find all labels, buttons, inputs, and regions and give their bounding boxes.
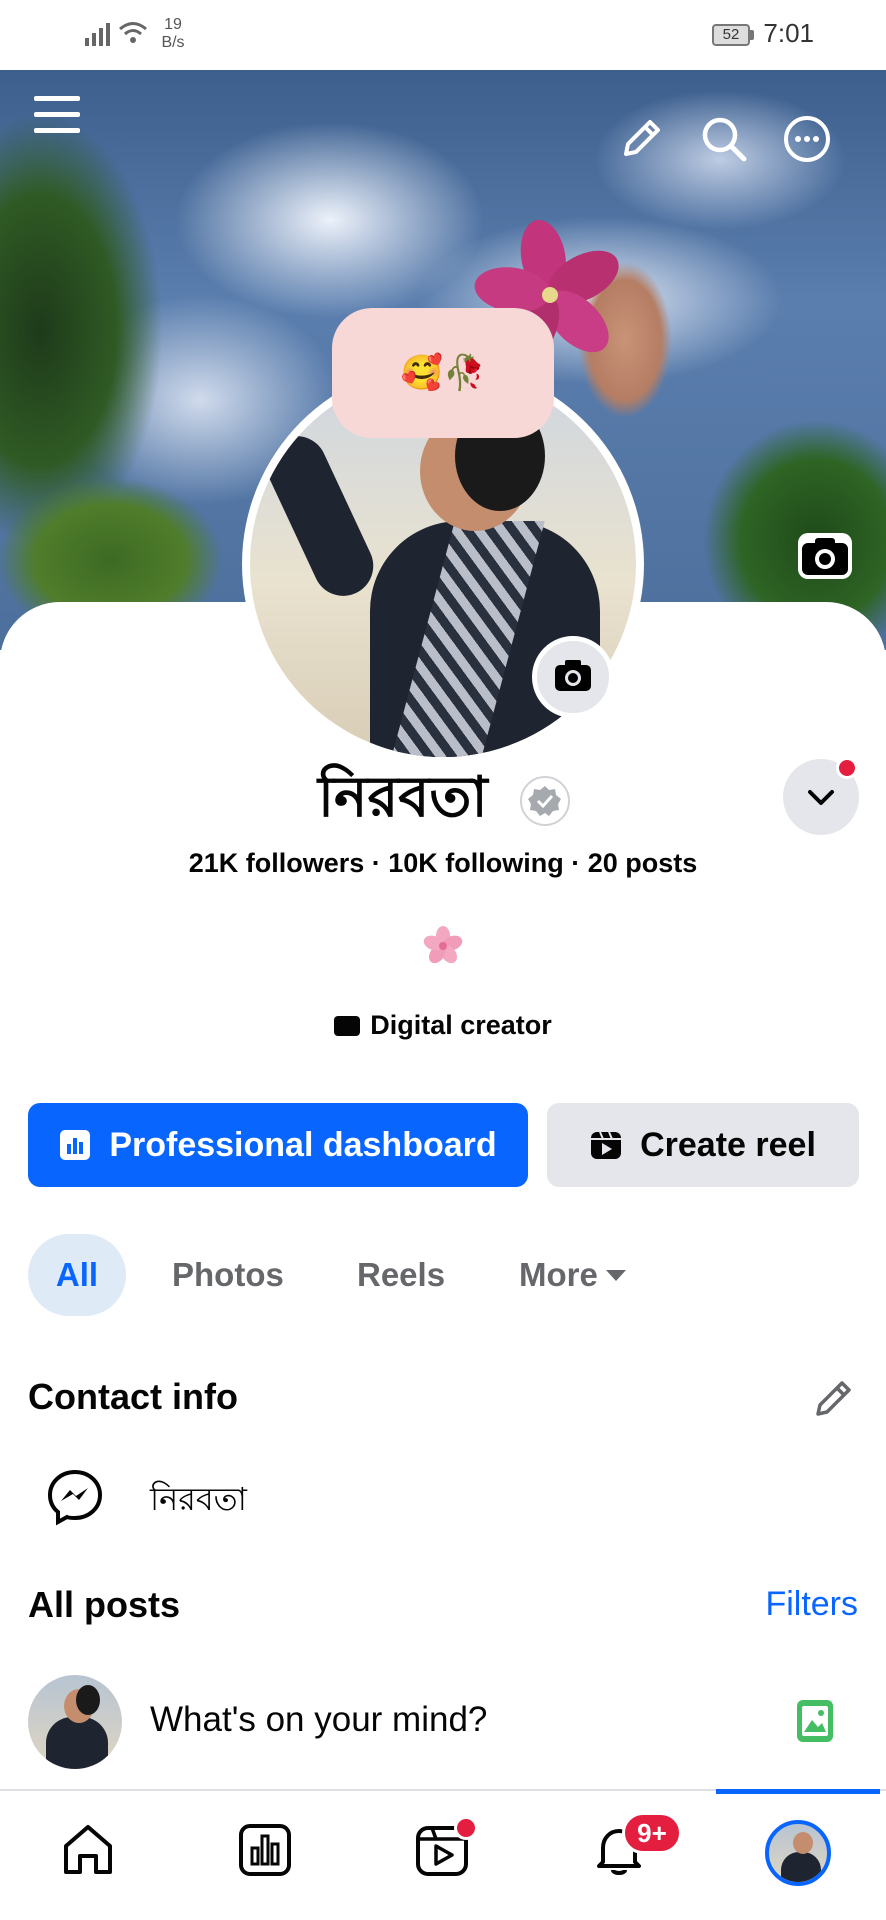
messenger-icon — [47, 1469, 103, 1526]
messenger-contact[interactable]: নিরবতা — [150, 1474, 247, 1528]
notifications-badge: 9+ — [622, 1812, 682, 1854]
tab-photos[interactable]: Photos — [172, 1234, 284, 1316]
profile-category: Digital creator — [0, 1010, 886, 1041]
avatar-camera-button[interactable] — [532, 636, 614, 718]
create-reel-label: Create reel — [640, 1125, 816, 1164]
status-bar: 19 B/s 52 7:01 — [0, 0, 886, 70]
wifi-icon — [119, 22, 147, 43]
cherry-blossom-icon — [423, 926, 463, 964]
tab-all[interactable]: All — [28, 1234, 126, 1316]
professional-dashboard-button[interactable]: Professional dashboard — [28, 1103, 528, 1187]
caret-down-icon — [605, 1269, 626, 1281]
professional-dashboard-label: Professional dashboard — [109, 1125, 497, 1164]
video-icon — [334, 1016, 361, 1036]
home-icon[interactable] — [60, 1822, 116, 1878]
active-tab-indicator — [716, 1789, 880, 1794]
more-options-icon[interactable] — [782, 114, 832, 164]
tab-more[interactable]: More — [519, 1234, 626, 1316]
filters-link[interactable]: Filters — [765, 1585, 858, 1624]
bio-text: 🌸 — [421, 924, 465, 968]
edit-contact-pencil-icon[interactable] — [812, 1376, 856, 1420]
avatar-note-bubble[interactable]: 🥰🥀 — [332, 308, 554, 438]
menu-icon[interactable] — [32, 92, 82, 138]
battery-level: 52 — [712, 24, 750, 46]
clock: 7:01 — [763, 18, 814, 48]
avatar-note-sticker: 🥰🥀 — [400, 354, 486, 392]
profile-stats[interactable]: 21K followers · 10K following · 20 posts — [0, 848, 886, 879]
signal-icon — [85, 23, 110, 46]
dashboard-icon — [60, 1130, 91, 1160]
tab-reels[interactable]: Reels — [357, 1234, 445, 1316]
camera-icon — [802, 538, 848, 575]
profile-tab-avatar[interactable] — [765, 1820, 831, 1886]
dashboard-icon[interactable] — [237, 1822, 293, 1878]
all-posts-heading: All posts — [28, 1584, 181, 1625]
network-speed: 19 B/s — [161, 16, 185, 51]
notification-dot — [836, 757, 858, 779]
create-reel-button[interactable]: Create reel — [547, 1103, 859, 1187]
name-row: নিরবতা — [0, 766, 886, 836]
reels-icon — [591, 1131, 622, 1159]
category-label: Digital creator — [370, 1010, 552, 1040]
contact-info-heading: Contact info — [28, 1376, 238, 1417]
battery-indicator: 52 — [712, 24, 754, 46]
profile-name: নিরবতা — [318, 765, 488, 830]
composer-prompt[interactable]: What's on your mind? — [150, 1700, 487, 1740]
pencil-icon[interactable] — [618, 116, 664, 162]
verified-badge-icon — [520, 776, 570, 826]
photo-icon[interactable] — [795, 1698, 835, 1744]
tab-more-label: More — [519, 1256, 598, 1293]
composer-avatar[interactable] — [28, 1675, 122, 1769]
reels-notification-dot — [454, 1816, 478, 1840]
search-icon[interactable] — [699, 114, 749, 164]
camera-icon — [555, 660, 591, 691]
cover-camera-button[interactable] — [798, 533, 852, 579]
